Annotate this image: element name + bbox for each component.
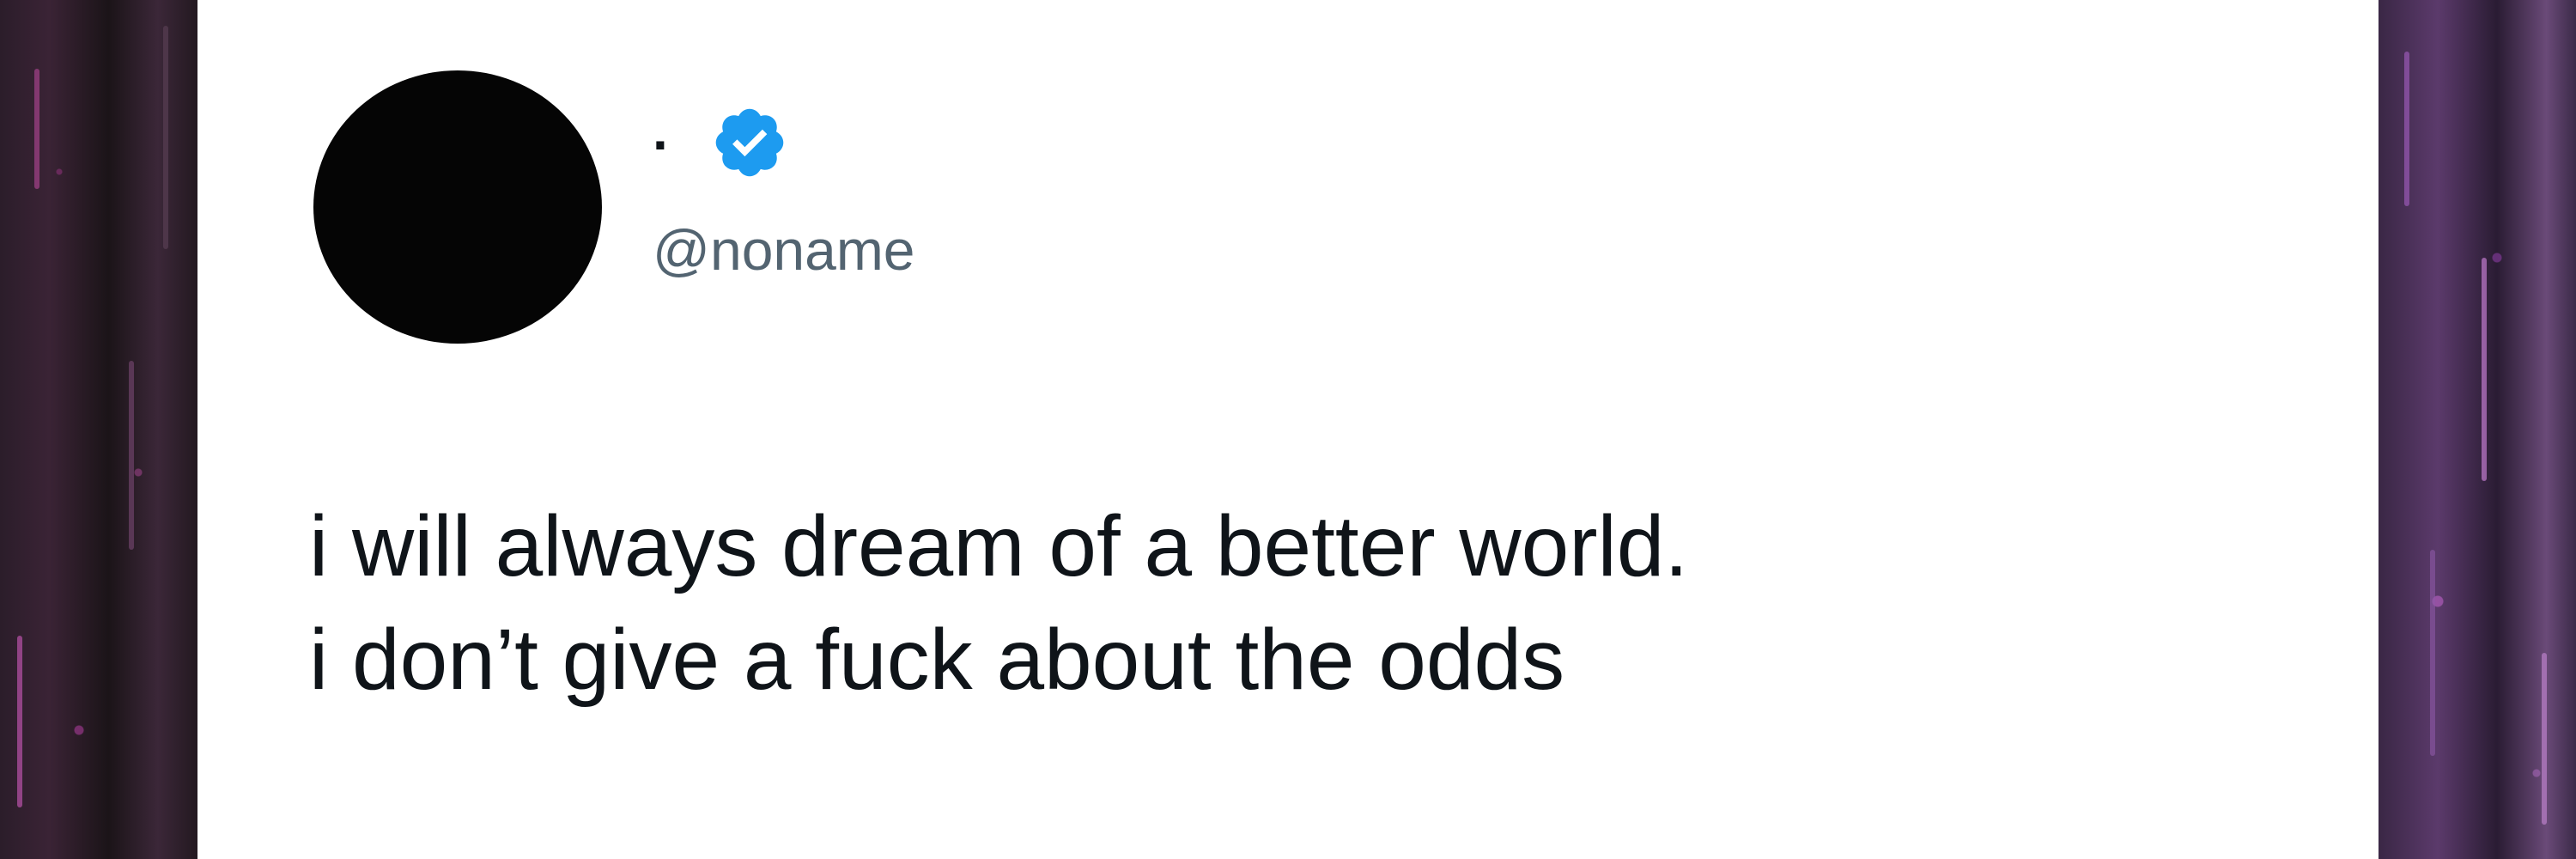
- background-left-texture: [0, 0, 197, 859]
- tweet-text-line: i will always dream of a better world.: [309, 498, 1689, 594]
- background-streak: [2430, 550, 2435, 756]
- verified-badge-icon: [715, 108, 784, 177]
- background-streak: [2542, 653, 2547, 825]
- author-display-name[interactable]: .: [653, 103, 668, 158]
- avatar[interactable]: [313, 70, 602, 344]
- tweet-text: i will always dream of a better world. i…: [309, 490, 2327, 716]
- background-streak: [17, 636, 22, 807]
- background-streak: [129, 361, 134, 550]
- tweet-card: . @noname i will always dream of a bette…: [197, 0, 2379, 859]
- background-streak: [34, 69, 39, 189]
- background-streak: [163, 26, 168, 249]
- background-right-texture: [2379, 0, 2576, 859]
- background-streak: [2482, 258, 2487, 481]
- author-handle[interactable]: @noname: [653, 222, 915, 278]
- screenshot-stage: . @noname i will always dream of a bette…: [0, 0, 2576, 859]
- tweet-text-line: i don’t give a fuck about the odds: [309, 612, 1565, 708]
- background-streak: [2404, 52, 2409, 206]
